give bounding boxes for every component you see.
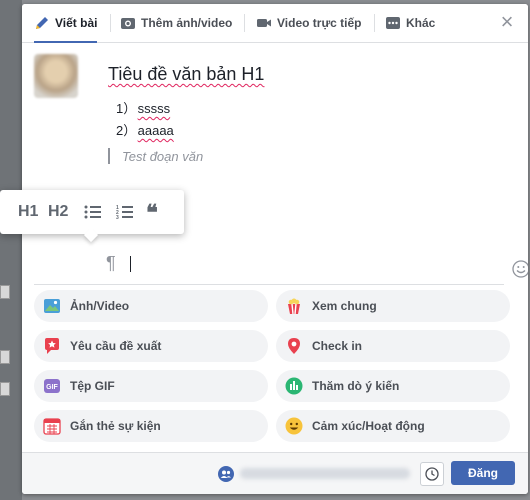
- smiley-icon: [284, 416, 304, 436]
- option-label: Gắn thẻ sự kiện: [70, 419, 161, 433]
- location-pin-icon: [284, 336, 304, 356]
- numbered-list-icon[interactable]: 123: [116, 204, 134, 224]
- tab-label: Thêm ảnh/video: [141, 16, 233, 30]
- poll-icon: [284, 376, 304, 396]
- option-label: Check in: [312, 339, 363, 353]
- recommendation-icon: [42, 336, 62, 356]
- format-toolbar: H1 H2 123 ❝: [0, 190, 184, 234]
- avatar: [34, 54, 78, 98]
- quote-icon[interactable]: ❝: [146, 202, 158, 224]
- gif-icon: GIF: [42, 376, 62, 396]
- tab-write-post[interactable]: Viết bài: [34, 4, 98, 43]
- paragraph-marker: [108, 148, 110, 164]
- svg-text:GIF: GIF: [46, 384, 58, 391]
- format-h1-button[interactable]: H1: [18, 202, 38, 222]
- option-feeling-activity[interactable]: Cảm xúc/Hoạt động: [276, 410, 510, 442]
- tab-more[interactable]: Khác: [385, 4, 435, 42]
- option-check-in[interactable]: Check in: [276, 330, 510, 362]
- audience-icon[interactable]: [218, 466, 234, 482]
- list-number: 2）: [116, 123, 137, 138]
- option-label: Xem chung: [312, 299, 377, 313]
- camera-icon: [120, 15, 136, 31]
- pilcrow-icon[interactable]: ¶: [106, 253, 116, 274]
- tab-divider: [110, 14, 111, 32]
- option-label: Cảm xúc/Hoạt động: [312, 419, 425, 433]
- option-gif[interactable]: GIF Tệp GIF: [34, 370, 268, 402]
- close-icon[interactable]: ×: [498, 11, 516, 33]
- text-cursor: [130, 256, 131, 272]
- post-button[interactable]: Đăng: [451, 461, 515, 485]
- list-text: aaaaa: [137, 123, 174, 138]
- tab-label: Video trực tiếp: [277, 16, 362, 30]
- list-item: 1） sssss: [116, 98, 170, 117]
- tab-divider: [244, 14, 245, 32]
- option-watch-party[interactable]: Xem chung: [276, 290, 510, 322]
- photo-icon: [42, 296, 62, 316]
- audience-selector-obscured[interactable]: [240, 468, 410, 479]
- tab-add-photo-video[interactable]: Thêm ảnh/video: [120, 4, 232, 42]
- option-label: Thăm dò ý kiến: [312, 379, 400, 393]
- option-label: Yêu cầu đề xuất: [70, 339, 162, 353]
- bulleted-list-icon[interactable]: [84, 204, 102, 224]
- background-fragment: [0, 382, 10, 396]
- composer-dialog: Viết bài Thêm ảnh/video Video trực tiếp …: [22, 4, 528, 494]
- option-tag-event[interactable]: Gắn thẻ sự kiện: [34, 410, 268, 442]
- tab-live-video[interactable]: Video trực tiếp: [256, 4, 362, 42]
- option-photo-video[interactable]: Ảnh/Video: [34, 290, 268, 322]
- background-fragment: [0, 350, 10, 364]
- more-icon: [385, 15, 401, 31]
- video-camera-icon: [256, 15, 272, 31]
- calendar-icon: [42, 416, 62, 436]
- heading-text: Tiêu đề văn bản H1: [108, 64, 265, 84]
- tab-label: Viết bài: [55, 16, 98, 30]
- format-h2-button[interactable]: H2: [48, 202, 68, 222]
- paragraph-placeholder: Test đoạn văn: [122, 149, 204, 164]
- emoji-icon[interactable]: [512, 260, 528, 278]
- list-item: 2） aaaaa: [116, 120, 174, 139]
- option-poll[interactable]: Thăm dò ý kiến: [276, 370, 510, 402]
- svg-text:3: 3: [116, 215, 119, 220]
- option-label: Tệp GIF: [70, 379, 115, 393]
- popcorn-icon: [284, 296, 304, 316]
- divider: [34, 284, 504, 285]
- list-number: 1）: [116, 101, 137, 116]
- composer-tabs: Viết bài Thêm ảnh/video Video trực tiếp …: [22, 4, 528, 43]
- tab-label: Khác: [406, 16, 436, 30]
- schedule-clock-icon[interactable]: [420, 462, 444, 486]
- tab-divider: [374, 14, 375, 32]
- composer-footer: Đăng: [22, 452, 528, 494]
- background-fragment: [0, 285, 10, 299]
- pencil-icon: [34, 15, 50, 31]
- list-text: sssss: [137, 101, 171, 116]
- background-page: [0, 0, 22, 500]
- option-label: Ảnh/Video: [70, 299, 130, 313]
- option-ask-recommendations[interactable]: Yêu cầu đề xuất: [34, 330, 268, 362]
